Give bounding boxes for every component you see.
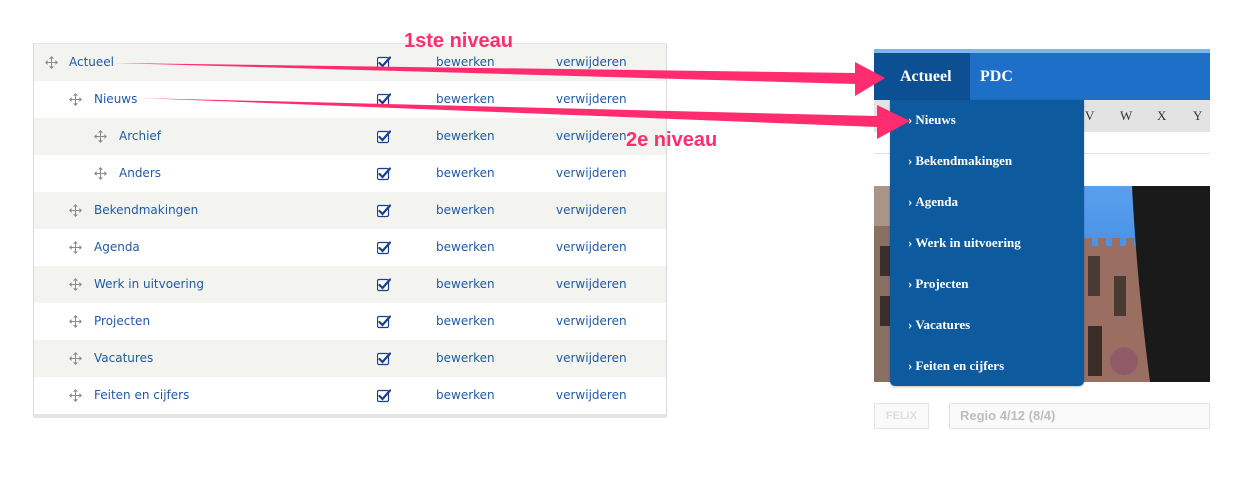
region-info: Regio 4/12 (8/4) [949,403,1210,429]
edit-link[interactable]: bewerken [436,277,495,291]
edit-link[interactable]: bewerken [436,314,495,328]
drag-handle-icon[interactable] [94,130,107,143]
enabled-checkbox[interactable] [377,278,391,292]
drag-handle-icon[interactable] [45,56,58,69]
chevron-right-icon: › [908,276,913,291]
dropdown-item-nieuws[interactable]: › Nieuws [908,110,956,130]
dropdown-item-projecten[interactable]: › Projecten [908,274,969,294]
menu-item-link[interactable]: Archief [119,129,161,143]
annotation-level1: 1ste niveau [404,30,513,52]
table-bottom-border [34,414,666,418]
menu-item-link[interactable]: Vacatures [94,351,153,365]
edit-link[interactable]: bewerken [436,166,495,180]
drag-handle-icon[interactable] [94,167,107,180]
edit-link[interactable]: bewerken [436,203,495,217]
edit-link[interactable]: bewerken [436,92,495,106]
menu-item-link[interactable]: Projecten [94,314,150,328]
dropdown-item-label: Agenda [915,194,958,209]
delete-link[interactable]: verwijderen [556,129,627,143]
enabled-checkbox[interactable] [377,167,391,181]
enabled-checkbox[interactable] [377,204,391,218]
table-row: Bekendmakingen bewerken verwijderen [34,192,666,229]
chevron-right-icon: › [908,235,913,250]
chevron-right-icon: › [908,153,913,168]
dropdown-item-label: Projecten [915,276,969,291]
delete-link[interactable]: verwijderen [556,55,627,69]
dropdown-item-bekendmakingen[interactable]: › Bekendmakingen [908,151,1012,171]
table-row: Projecten bewerken verwijderen [34,303,666,340]
dropdown-item-label: Feiten en cijfers [915,358,1005,373]
delete-link[interactable]: verwijderen [556,314,627,328]
dropdown-item-label: Bekendmakingen [915,153,1013,168]
delete-link[interactable]: verwijderen [556,203,627,217]
dropdown-item-feiten-en-cijfers[interactable]: › Feiten en cijfers [908,356,1004,376]
delete-link[interactable]: verwijderen [556,388,627,402]
drag-handle-icon[interactable] [69,278,82,291]
drag-handle-icon[interactable] [69,93,82,106]
menu-item-link[interactable]: Nieuws [94,92,137,106]
edit-link[interactable]: bewerken [436,240,495,254]
menu-item-link[interactable]: Agenda [94,240,140,254]
enabled-checkbox[interactable] [377,56,391,70]
menu-item-link[interactable]: Werk in uitvoering [94,277,204,291]
drag-handle-icon[interactable] [69,389,82,402]
chevron-right-icon: › [908,112,913,127]
letter-link[interactable]: W [1120,108,1132,124]
enabled-checkbox[interactable] [377,130,391,144]
submenu-dropdown: › Nieuws › Bekendmakingen › Agenda › Werk in… [890,100,1084,386]
drag-handle-icon[interactable] [69,204,82,217]
dropdown-item-agenda[interactable]: › Agenda [908,192,958,212]
delete-link[interactable]: verwijderen [556,166,627,180]
enabled-checkbox[interactable] [377,241,391,255]
chevron-right-icon: › [908,317,913,332]
nav-tab-pdc[interactable]: PDC [980,53,1013,100]
drag-handle-icon[interactable] [69,352,82,365]
dropdown-item-label: Vacatures [915,317,971,332]
drag-handle-icon[interactable] [69,315,82,328]
table-row: Feiten en cijfers bewerken verwijderen [34,377,666,414]
enabled-checkbox[interactable] [377,315,391,329]
menu-item-link[interactable]: Bekendmakingen [94,203,198,217]
chevron-right-icon: › [908,358,913,373]
letter-link[interactable]: X [1157,108,1166,124]
annotation-level2: 2e niveau [626,129,718,151]
edit-link[interactable]: bewerken [436,129,495,143]
dropdown-item-werk-in-uitvoering[interactable]: › Werk in uitvoering [908,233,1021,253]
table-row: Agenda bewerken verwijderen [34,229,666,266]
delete-link[interactable]: verwijderen [556,277,627,291]
enabled-checkbox[interactable] [377,93,391,107]
enabled-checkbox[interactable] [377,352,391,366]
letter-link[interactable]: V [1085,108,1094,124]
table-row: Vacatures bewerken verwijderen [34,340,666,377]
nav-tab-actueel[interactable]: Actueel [874,53,970,100]
menu-admin-table: Actueel bewerken verwijderen Nieuws bewe… [33,43,667,418]
edit-link[interactable]: bewerken [436,55,495,69]
dropdown-item-vacatures[interactable]: › Vacatures [908,315,970,335]
delete-link[interactable]: verwijderen [556,351,627,365]
enabled-checkbox[interactable] [377,389,391,403]
dropdown-item-label: Nieuws [915,112,956,127]
chevron-right-icon: › [908,194,913,209]
menu-item-link[interactable]: Actueel [69,55,114,69]
main-navigation: Actueel PDC [874,53,1210,100]
edit-link[interactable]: bewerken [436,351,495,365]
dropdown-item-label: Werk in uitvoering [915,235,1021,250]
table-row: Anders bewerken verwijderen [34,155,666,192]
letter-link[interactable]: Y [1193,108,1202,124]
table-row: Archief bewerken verwijderen [34,118,666,155]
table-row: Werk in uitvoering bewerken verwijderen [34,266,666,303]
delete-link[interactable]: verwijderen [556,240,627,254]
table-row: Actueel bewerken verwijderen [34,44,666,81]
menu-item-link[interactable]: Anders [119,166,161,180]
edit-link[interactable]: bewerken [436,388,495,402]
felix-tab[interactable]: FELIX [874,403,929,429]
delete-link[interactable]: verwijderen [556,92,627,106]
table-row: Nieuws bewerken verwijderen [34,81,666,118]
drag-handle-icon[interactable] [69,241,82,254]
menu-item-link[interactable]: Feiten en cijfers [94,388,189,402]
